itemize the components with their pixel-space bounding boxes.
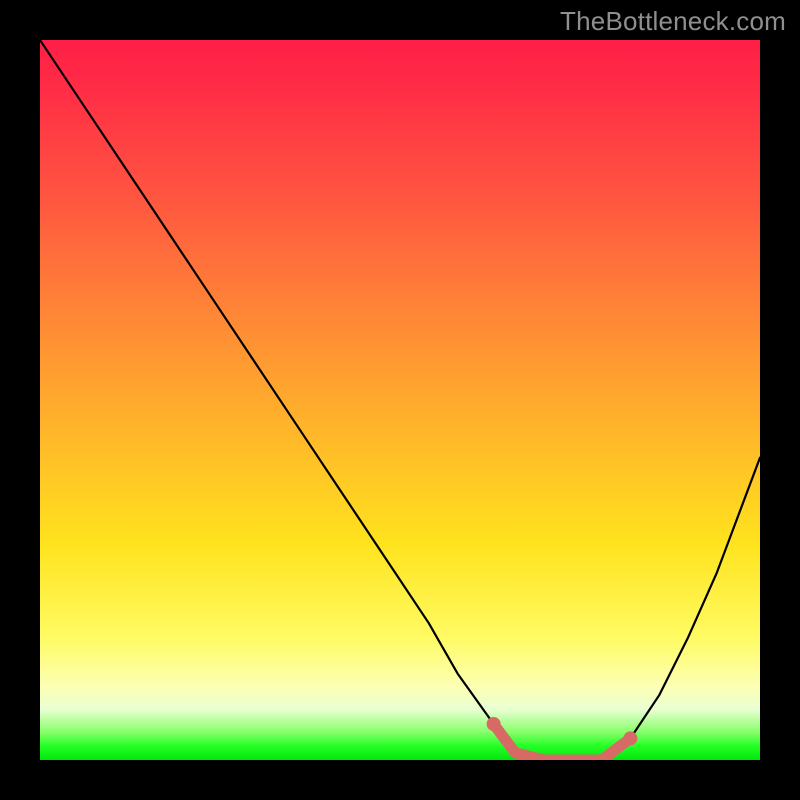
watermark-text: TheBottleneck.com xyxy=(560,6,786,37)
highlight-band xyxy=(494,724,631,760)
plot-area xyxy=(40,40,760,760)
chart-frame: TheBottleneck.com xyxy=(0,0,800,800)
curve-path xyxy=(40,40,760,760)
highlight-dot-right xyxy=(623,731,637,745)
highlight-dot-left xyxy=(487,717,501,731)
bottleneck-curve xyxy=(40,40,760,760)
